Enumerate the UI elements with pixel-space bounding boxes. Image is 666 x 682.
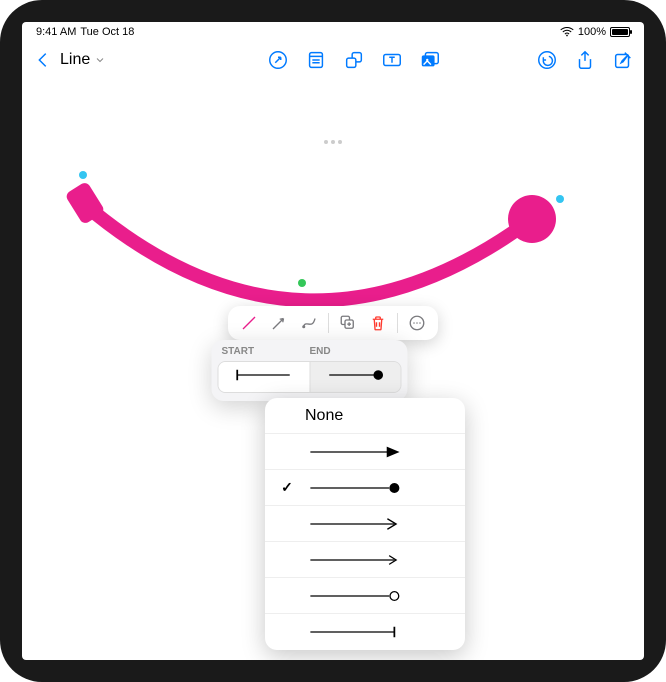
end-handle[interactable] [556,195,564,203]
status-bar: 9:41 AM Tue Oct 18 100% [22,22,644,42]
delete-button[interactable] [363,310,393,336]
start-handle[interactable] [79,171,87,179]
endpoint-option-arrow-thin[interactable] [265,542,465,578]
endpoint-style-list: None ✓ [265,398,465,650]
wifi-icon [560,27,574,37]
text-box-button[interactable] [381,49,403,71]
end-endpoint-tab[interactable] [309,362,401,392]
line-style-button[interactable] [234,310,264,336]
pen-tool-button[interactable] [267,49,289,71]
shape-button[interactable] [343,49,365,71]
chevron-down-icon [94,54,106,66]
status-right: 100% [560,26,630,38]
duplicate-button[interactable] [333,310,363,336]
status-time: 9:41 AM [36,26,76,38]
battery-percent: 100% [578,26,606,38]
title-text: Line [60,51,90,69]
context-toolbar [228,306,438,340]
endpoint-popover: START END [211,340,407,401]
canvas[interactable]: START END None [22,78,644,660]
status-left: 9:41 AM Tue Oct 18 [36,26,134,38]
mid-handle[interactable] [298,279,306,287]
media-button[interactable] [419,49,441,71]
start-endpoint-tab[interactable] [218,362,309,392]
note-button[interactable] [305,49,327,71]
compose-button[interactable] [612,49,634,71]
status-date: Tue Oct 18 [80,26,134,38]
share-button[interactable] [574,49,596,71]
more-button[interactable] [402,310,432,336]
arrow-style-button[interactable] [264,310,294,336]
curve-button[interactable] [294,310,324,336]
end-tab-label: END [309,346,397,357]
endpoint-option-bar[interactable] [265,614,465,650]
endpoint-option-arrow-open[interactable] [265,506,465,542]
undo-button[interactable] [536,49,558,71]
page-dots [324,140,342,144]
toolbar-center [267,49,441,71]
endpoint-option-arrow-solid[interactable] [265,434,465,470]
endpoint-option-ball[interactable]: ✓ [265,470,465,506]
none-label: None [305,407,343,425]
battery-icon [610,27,630,37]
back-button[interactable] [32,49,54,71]
endpoint-option-none[interactable]: None [265,398,465,434]
app-toolbar: Line [22,42,644,78]
ipad-frame: 9:41 AM Tue Oct 18 100% Line [0,0,666,682]
document-title[interactable]: Line [60,51,106,69]
endpoint-option-circle-open[interactable] [265,578,465,614]
start-tab-label: START [221,346,309,357]
screen: 9:41 AM Tue Oct 18 100% Line [22,22,644,660]
